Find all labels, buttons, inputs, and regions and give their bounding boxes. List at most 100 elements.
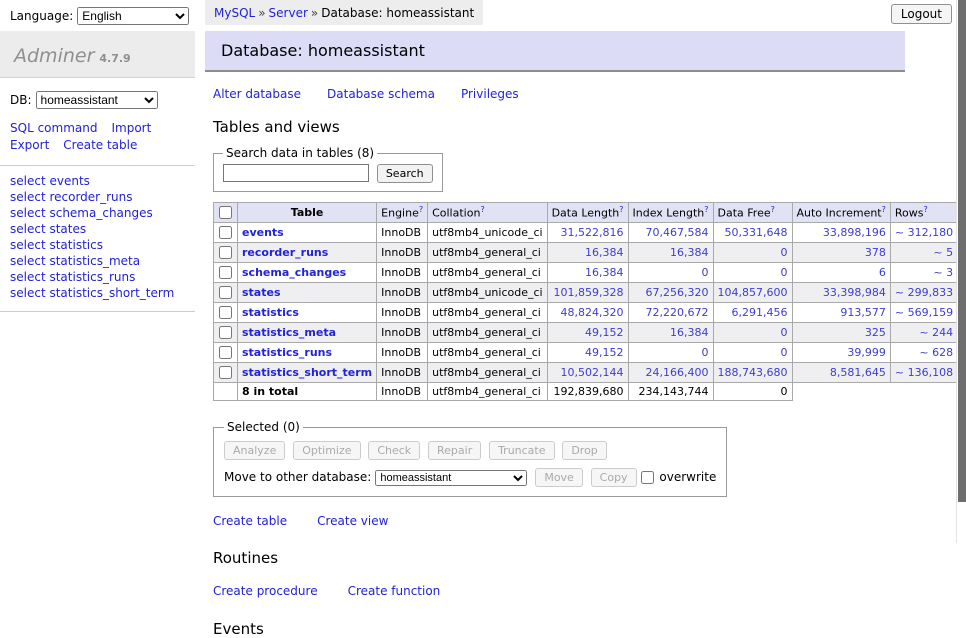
row-checkbox[interactable] (219, 326, 232, 339)
sidebar: Language:English Adminer 4.7.9 DB: homeass… (0, 0, 195, 312)
search-legend: Search data in tables (8) (223, 146, 377, 160)
create-table-link[interactable]: Create table (213, 514, 287, 528)
column-header-data-free: Data Free? (713, 203, 792, 223)
copy-button[interactable]: Copy (591, 468, 637, 487)
app-version: 4.7.9 (99, 52, 130, 65)
main-content: MySQL»Server»Database: homeassistant Dat… (205, 0, 905, 638)
sidebar-link-select-states[interactable]: select states (10, 222, 185, 238)
scrollbar-thumb[interactable] (958, 0, 966, 502)
column-header-auto-increment: Auto Increment? (792, 203, 890, 223)
select-all-checkbox[interactable] (219, 206, 232, 219)
column-header-table: Table (238, 203, 377, 223)
table-menu: select events select recorder_runs selec… (0, 165, 195, 312)
routine-links: Create procedure Create function (213, 584, 905, 598)
create-view-link[interactable]: Create view (317, 514, 388, 528)
data-length-help-link[interactable]: ? (619, 205, 623, 214)
create-table-link-sidebar[interactable]: Create table (63, 138, 137, 152)
selected-legend: Selected (0) (224, 420, 303, 434)
tables-and-views-heading: Tables and views (213, 118, 905, 136)
move-database-select[interactable]: homeassistant (375, 470, 527, 486)
sql-command-link[interactable]: SQL command (10, 121, 97, 135)
column-header-collation: Collation? (428, 203, 547, 223)
table-row: statistics_runs InnoDB utf8mb4_general_c… (214, 343, 966, 363)
column-header-engine: Engine? (377, 203, 428, 223)
search-input[interactable] (223, 164, 369, 182)
check-button[interactable]: Check (368, 441, 420, 460)
optimize-button[interactable]: Optimize (293, 441, 360, 460)
create-procedure-link[interactable]: Create procedure (213, 584, 318, 598)
overwrite-label: overwrite (659, 470, 716, 484)
sidebar-actions: SQL command Import Export Create table (0, 109, 185, 155)
breadcrumb-current: Database: homeassistant (321, 6, 474, 20)
row-checkbox[interactable] (219, 286, 232, 299)
sidebar-link-select-events[interactable]: select events (10, 174, 185, 190)
column-header-data-length: Data Length? (547, 203, 628, 223)
move-button[interactable]: Move (535, 468, 583, 487)
engine-help-link[interactable]: ? (419, 205, 423, 214)
app-header: Adminer 4.7.9 (0, 31, 195, 78)
truncate-button[interactable]: Truncate (489, 441, 554, 460)
total-row: 8 in total InnoDB utf8mb4_general_ci 192… (214, 383, 966, 401)
rows-help-link[interactable]: ? (923, 205, 927, 214)
search-fieldset: Search data in tables (8) Search (213, 146, 443, 192)
row-checkbox[interactable] (219, 346, 232, 359)
index-length-help-link[interactable]: ? (704, 205, 708, 214)
table-link[interactable]: statistics_runs (242, 346, 332, 359)
analyze-button[interactable]: Analyze (224, 441, 285, 460)
row-checkbox[interactable] (219, 226, 232, 239)
move-row: Move to other database: homeassistant Move… (224, 468, 716, 487)
database-schema-link[interactable]: Database schema (327, 87, 435, 101)
table-header-row: Table Engine? Collation? Data Length? In… (214, 203, 966, 223)
sidebar-link-select-statistics-meta[interactable]: select statistics_meta (10, 254, 185, 270)
vertical-scrollbar[interactable] (956, 0, 966, 543)
breadcrumb-separator: » (258, 6, 265, 20)
routines-heading: Routines (213, 549, 905, 567)
data-free-help-link[interactable]: ? (771, 205, 775, 214)
table-link[interactable]: statistics (242, 306, 299, 319)
breadcrumb-mysql-link[interactable]: MySQL (214, 6, 255, 20)
move-label: Move to other database: (224, 470, 371, 484)
row-checkbox[interactable] (219, 306, 232, 319)
auto-increment-help-link[interactable]: ? (882, 205, 886, 214)
table-link[interactable]: states (242, 286, 281, 299)
total-label: 8 in total (238, 383, 377, 401)
repair-button[interactable]: Repair (428, 441, 481, 460)
app-name: Adminer (14, 45, 94, 67)
table-link[interactable]: schema_changes (242, 266, 346, 279)
language-row: Language:English (0, 0, 195, 31)
db-label: DB: (10, 93, 32, 107)
breadcrumb-server-link[interactable]: Server (269, 6, 308, 20)
row-checkbox[interactable] (219, 366, 232, 379)
table-row: states InnoDB utf8mb4_unicode_ci 101,859… (214, 283, 966, 303)
privileges-link[interactable]: Privileges (461, 87, 519, 101)
create-function-link[interactable]: Create function (348, 584, 441, 598)
table-link[interactable]: statistics_short_term (242, 366, 372, 379)
row-checkbox[interactable] (219, 266, 232, 279)
drop-button[interactable]: Drop (562, 441, 606, 460)
breadcrumb-separator: » (311, 6, 318, 20)
collation-help-link[interactable]: ? (480, 205, 484, 214)
search-button[interactable]: Search (377, 164, 433, 183)
sidebar-link-select-statistics-short-term[interactable]: select statistics_short_term (10, 286, 185, 302)
table-operations: Analyze Optimize Check Repair Truncate D… (224, 441, 716, 460)
table-link[interactable]: recorder_runs (242, 246, 328, 259)
table-row: recorder_runs InnoDB utf8mb4_general_ci … (214, 243, 966, 263)
language-select[interactable]: English (77, 7, 189, 25)
table-row: statistics_short_term InnoDB utf8mb4_gen… (214, 363, 966, 383)
sidebar-link-select-statistics-runs[interactable]: select statistics_runs (10, 270, 185, 286)
export-link[interactable]: Export (10, 138, 49, 152)
db-select[interactable]: homeassistant (36, 91, 158, 109)
sidebar-link-select-schema-changes[interactable]: select schema_changes (10, 206, 185, 222)
create-links: Create table Create view (213, 514, 905, 528)
import-link[interactable]: Import (111, 121, 151, 135)
column-header-rows: Rows? (890, 203, 957, 223)
alter-database-link[interactable]: Alter database (213, 87, 301, 101)
row-checkbox[interactable] (219, 246, 232, 259)
sidebar-link-select-recorder-runs[interactable]: select recorder_runs (10, 190, 185, 206)
overwrite-checkbox[interactable] (641, 471, 654, 484)
logout-button[interactable]: Logout (891, 4, 952, 24)
selected-fieldset: Selected (0) Analyze Optimize Check Repa… (213, 420, 727, 497)
table-link[interactable]: events (242, 226, 284, 239)
table-link[interactable]: statistics_meta (242, 326, 336, 339)
sidebar-link-select-statistics[interactable]: select statistics (10, 238, 185, 254)
